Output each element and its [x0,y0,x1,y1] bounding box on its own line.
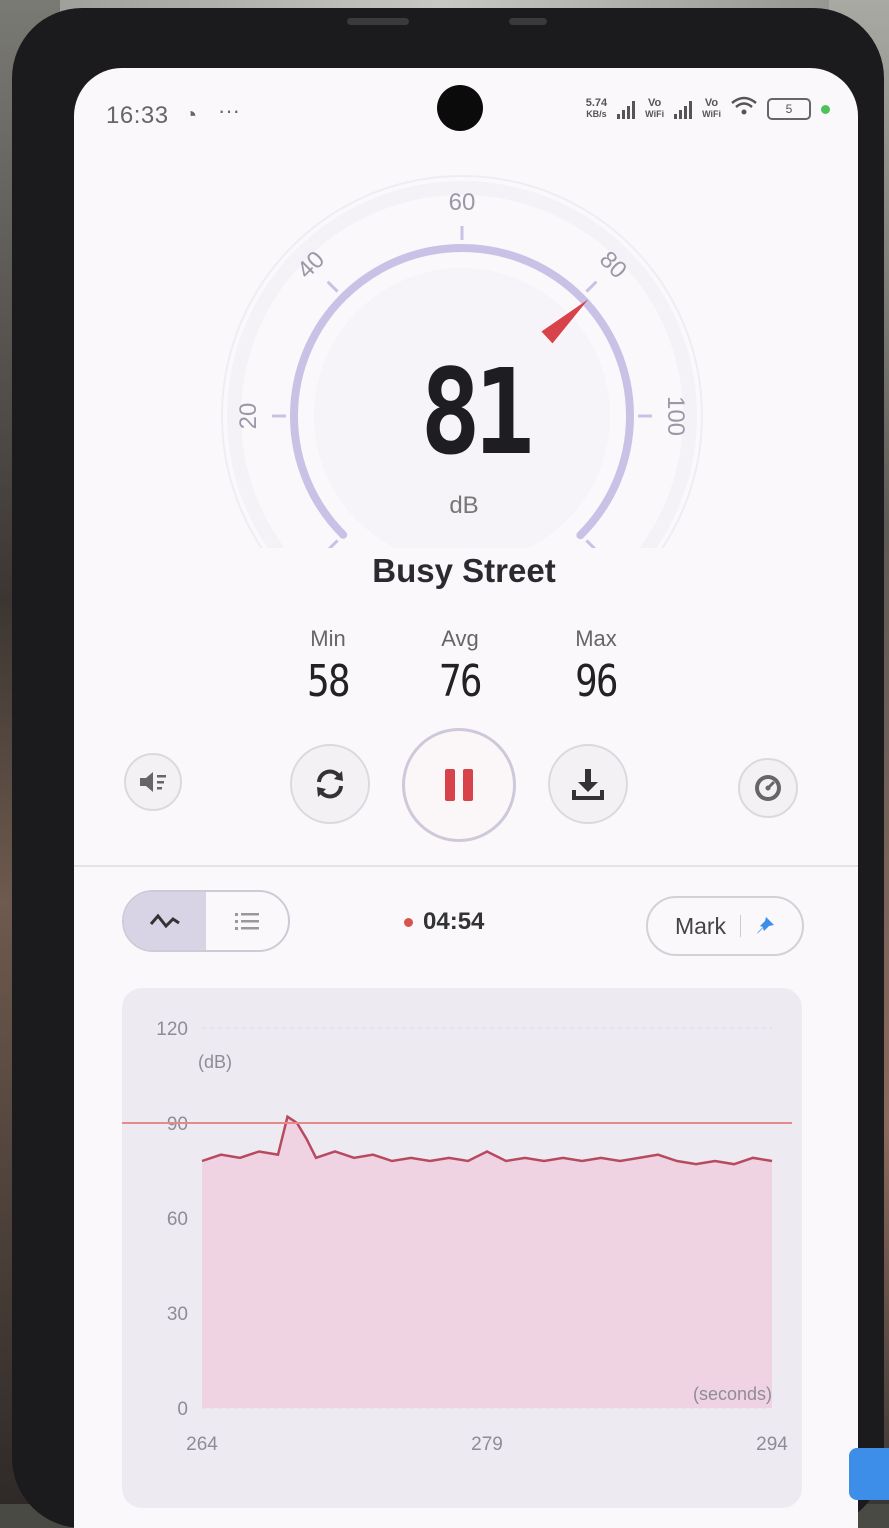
gauge-tick-mark [326,280,339,293]
stat-max-label: Max [575,626,617,651]
pause-icon [445,769,473,801]
mark-button[interactable]: Mark [646,896,804,956]
phone-frame: 16:33 ◔ ··· 5.74 KB/s Vo WiFi Vo WiFi 5 … [12,8,884,1528]
y-tick-label: 0 [177,1399,188,1420]
chart-area [202,1116,772,1408]
environment-label: Busy Street [372,552,556,589]
recording-timer: 04:54 [404,908,484,936]
stat-max-value: 96 [575,656,618,707]
list-icon [235,913,259,930]
history-chart: 120 90 60 30 0 (dB) 264 279 294 (seconds) [122,988,802,1508]
list-view-tab[interactable] [206,892,288,950]
refresh-icon [317,769,343,799]
stat-min-value: 58 [307,656,350,707]
gauge-tick-label: 120 [589,543,636,548]
speedometer-icon [755,775,781,801]
elapsed-time: 04:54 [423,908,485,935]
stat-avg-label: Avg [441,626,479,651]
mark-label: Mark [674,912,727,939]
export-button[interactable] [548,744,628,824]
x-tick-label: 279 [471,1434,503,1455]
x-tick-label: 294 [756,1434,788,1455]
x-axis-unit: (seconds) [693,1384,772,1404]
y-tick-label: 30 [167,1304,188,1325]
gauge-tick-mark [327,539,339,548]
gauge-tick-label: 100 [662,396,689,436]
app-screen: 16:33 ◔ ··· 5.74 KB/s Vo WiFi Vo WiFi 5 … [74,68,858,1528]
sensor [509,18,547,25]
reset-button[interactable] [290,744,370,824]
view-toggle [122,890,290,952]
mark-separator [740,915,742,937]
pause-button[interactable] [402,728,516,842]
gauge-tick-mark [585,539,597,548]
gauge-tick-label: 20 [235,403,262,430]
gauge-style-button[interactable] [738,758,798,818]
y-axis-unit: (dB) [198,1052,232,1072]
stat-max: Max 96 [536,626,656,707]
stat-avg: Avg 76 [400,626,520,707]
pin-icon [757,917,775,934]
graph-view-tab[interactable] [124,892,206,950]
db-unit-label: dB [449,492,479,519]
download-icon [572,769,604,800]
stat-min-label: Min [310,626,346,651]
x-tick-label: 264 [186,1434,218,1455]
current-db-reading: 81 [420,343,534,481]
y-tick-label: 90 [167,1114,188,1135]
recording-dot [404,917,413,927]
gauge-tick-mark [585,280,598,293]
chart-svg: 120 90 60 30 0 (dB) 264 279 294 (seconds) [122,1019,792,1455]
earpiece [347,18,409,25]
section-divider [74,865,858,867]
gauge-tick-label: 60 [449,189,476,216]
y-tick-label: 120 [156,1019,188,1040]
stat-avg-value: 76 [439,656,482,707]
y-tick-label: 60 [167,1209,188,1230]
stat-min: Min 58 [268,626,388,707]
line-graph-icon [149,913,180,929]
sound-settings-button[interactable] [124,753,182,811]
floating-app-badge[interactable] [849,1448,889,1500]
speaker-settings-icon [140,772,166,792]
